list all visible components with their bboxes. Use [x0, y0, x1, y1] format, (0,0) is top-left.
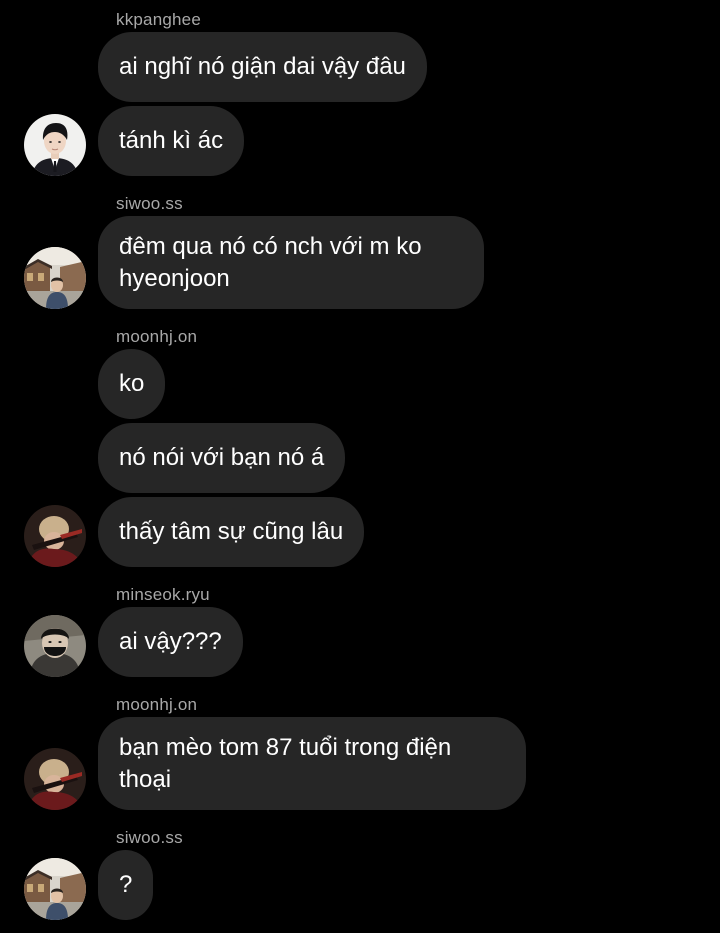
- message-bubble[interactable]: tánh kì ác: [98, 106, 245, 176]
- message-bubble[interactable]: nó nói với bạn nó á: [98, 423, 346, 493]
- message-bubble[interactable]: ko: [98, 349, 166, 419]
- sender-name: moonhj.on: [116, 327, 198, 346]
- message-bubble[interactable]: ?: [98, 850, 154, 920]
- avatar-moonhj[interactable]: [24, 505, 86, 567]
- message-bubble[interactable]: ai vậy???: [98, 607, 243, 677]
- message-bubble[interactable]: ai nghĩ nó giận dai vậy đâu: [98, 32, 427, 102]
- avatar-siwoo[interactable]: [24, 247, 86, 309]
- message-bubble[interactable]: đêm qua nó có nch với m ko hyeonjoon: [98, 216, 484, 309]
- message-bubble[interactable]: thấy tâm sự cũng lâu: [98, 497, 365, 567]
- sender-name: siwoo.ss: [116, 828, 183, 847]
- chat-thread[interactable]: kkpanghee ai nghĩ nó giận dai vậy đâu tá…: [0, 0, 720, 933]
- avatar-moonhj[interactable]: [24, 748, 86, 810]
- sender-name: moonhj.on: [116, 695, 198, 714]
- avatar-siwoo[interactable]: [24, 858, 86, 920]
- sender-name: siwoo.ss: [116, 194, 183, 213]
- message-bubble[interactable]: bạn mèo tom 87 tuổi trong điện thoại: [98, 717, 526, 810]
- sender-name: minseok.ryu: [116, 585, 210, 604]
- sender-name: kkpanghee: [116, 10, 201, 29]
- avatar-minseok[interactable]: [24, 615, 86, 677]
- avatar-kkpanghee[interactable]: [24, 114, 86, 176]
